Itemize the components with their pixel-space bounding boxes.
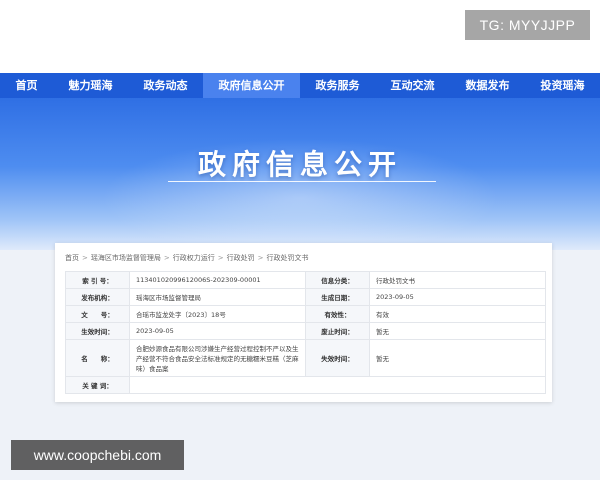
nav-item-news[interactable]: 政务动态 xyxy=(128,73,203,98)
info-table: 索 引 号： 11340102099612006S-202309-00001 信… xyxy=(65,271,546,394)
category-value: 行政处罚文书 xyxy=(369,271,546,289)
banner-divider xyxy=(168,181,436,182)
table-row: 名 称： 合肥妙源食品有限公司涉嫌生产经营过程控制不严以及生产经营不符合食品安全… xyxy=(65,339,546,377)
expire-value: 暂无 xyxy=(369,339,546,377)
nav-item-interaction[interactable]: 互动交流 xyxy=(375,73,450,98)
nav-item-home[interactable]: 首页 xyxy=(0,73,53,98)
validity-label: 有效性： xyxy=(305,305,370,323)
breadcrumb: 首页 > 瑶海区市场监督管理局 > 行政权力运行 > 行政处罚 > 行政处罚文书 xyxy=(65,251,542,265)
name-value: 合肥妙源食品有限公司涉嫌生产经营过程控制不严以及生产经营不符合食品安全法标准规定… xyxy=(129,339,306,377)
table-row: 索 引 号： 11340102099612006S-202309-00001 信… xyxy=(65,271,546,289)
breadcrumb-separator: > xyxy=(217,254,224,262)
effective-label: 生效时间： xyxy=(65,322,130,340)
expire-label: 失效时间： xyxy=(305,339,370,377)
abolish-label: 废止时间： xyxy=(305,322,370,340)
banner-title: 政府信息公开 xyxy=(197,148,402,181)
keywords-value xyxy=(129,376,546,394)
created-value: 2023-09-05 xyxy=(369,288,546,306)
breadcrumb-power[interactable]: 行政权力运行 xyxy=(173,254,215,262)
nav-item-info-disclosure[interactable]: 政府信息公开 xyxy=(203,73,300,98)
info-card: 首页 > 瑶海区市场监督管理局 > 行政权力运行 > 行政处罚 > 行政处罚文书 索 引 号： … xyxy=(55,243,552,402)
breadcrumb-separator: > xyxy=(163,254,170,262)
nav-item-data[interactable]: 数据发布 xyxy=(450,73,525,98)
page-banner: 政府信息公开 xyxy=(0,98,600,250)
publisher-value: 瑶海区市场监督管理局 xyxy=(129,288,306,306)
nav-item-charm[interactable]: 魅力瑶海 xyxy=(53,73,128,98)
breadcrumb-separator: > xyxy=(257,254,264,262)
tg-badge: TG: MYYJJPP xyxy=(465,10,590,40)
table-row: 文 号： 合瑶市监龙处字〔2023〕18号 有效性： 有效 xyxy=(65,305,546,323)
table-row: 发布机构： 瑶海区市场监督管理局 生成日期： 2023-09-05 xyxy=(65,288,546,306)
table-row: 生效时间： 2023-09-05 废止时间： 暂无 xyxy=(65,322,546,340)
nav-item-invest[interactable]: 投资瑶海 xyxy=(525,73,600,98)
category-label: 信息分类： xyxy=(305,271,370,289)
table-row: 关 键 词： xyxy=(65,376,546,394)
docno-label: 文 号： xyxy=(65,305,130,323)
name-label: 名 称： xyxy=(65,339,130,377)
abolish-value: 暂无 xyxy=(369,322,546,340)
site-watermark: www.coopchebi.com xyxy=(11,440,184,470)
effective-value: 2023-09-05 xyxy=(129,322,306,340)
breadcrumb-penalty-docs[interactable]: 行政处罚文书 xyxy=(267,254,309,262)
created-label: 生成日期： xyxy=(305,288,370,306)
breadcrumb-separator: > xyxy=(82,254,88,262)
docno-value: 合瑶市监龙处字〔2023〕18号 xyxy=(129,305,306,323)
breadcrumb-bureau[interactable]: 瑶海区市场监督管理局 xyxy=(91,254,161,262)
breadcrumb-home[interactable]: 首页 xyxy=(65,254,79,262)
keywords-label: 关 键 词： xyxy=(65,376,130,394)
nav-item-services[interactable]: 政务服务 xyxy=(300,73,375,98)
index-value: 11340102099612006S-202309-00001 xyxy=(129,271,306,289)
breadcrumb-penalty[interactable]: 行政处罚 xyxy=(227,254,255,262)
main-nav: 首页 魅力瑶海 政务动态 政府信息公开 政务服务 互动交流 数据发布 投资瑶海 xyxy=(0,73,600,98)
index-label: 索 引 号： xyxy=(65,271,130,289)
validity-value: 有效 xyxy=(369,305,546,323)
publisher-label: 发布机构： xyxy=(65,288,130,306)
